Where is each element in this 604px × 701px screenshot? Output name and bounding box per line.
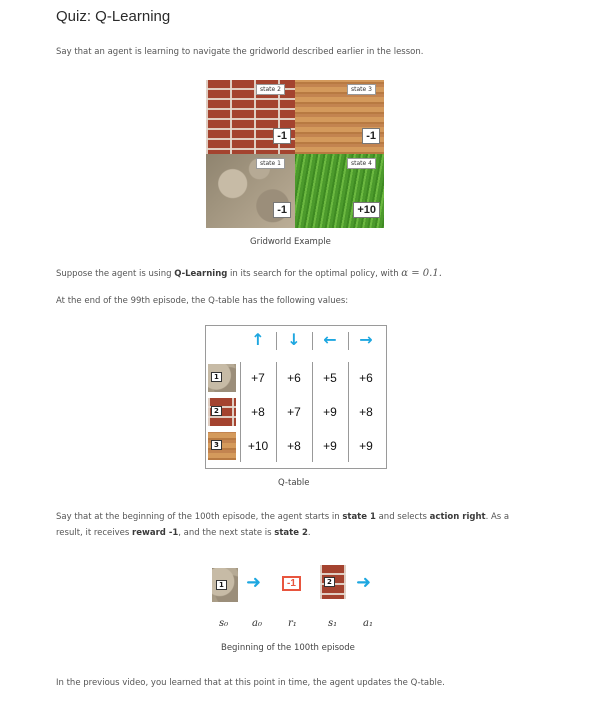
qtable: ↑ ↓ ← → 1 +7 +6 +5 +6 2 +8 +7 +9 +8 3 +1… (205, 325, 387, 469)
bold-span: reward -1 (132, 528, 179, 538)
divider (348, 362, 349, 462)
reward-label: -1 (362, 128, 380, 144)
state-label: state 3 (347, 84, 376, 95)
text-span: Suppose the agent is using (56, 269, 175, 279)
page-title: Quiz: Q-Learning (56, 8, 171, 25)
bold-span: Q-Learning (174, 269, 228, 279)
arrow-left-icon: ← (323, 330, 337, 349)
gridworld-figure: state 2 -1 state 3 -1 state 1 -1 state 4… (206, 80, 384, 228)
q-value: +8 (287, 439, 301, 453)
state-tag: 2 (324, 577, 335, 587)
update-text: In the previous video, you learned that … (56, 678, 445, 688)
divider (312, 332, 313, 350)
divider (240, 362, 241, 462)
arrow-right-icon: ➜ (356, 572, 372, 593)
arrow-down-icon: ↓ (287, 330, 301, 349)
episode-caption: Beginning of the 100th episode (221, 643, 355, 653)
bold-span: state 1 (342, 512, 376, 522)
divider (276, 332, 277, 350)
state-1-image: 1 (208, 364, 236, 392)
text-span: , and the next state is (178, 528, 275, 538)
gridworld-cell-state-3: state 3 -1 (295, 80, 384, 154)
q-value: +6 (287, 371, 301, 385)
state-tag: 3 (211, 440, 222, 450)
text-span: and selects (375, 512, 430, 522)
symbol-s0: s₀ (219, 618, 229, 629)
gridworld-cell-state-1: state 1 -1 (206, 154, 295, 228)
q-value: +6 (359, 371, 373, 385)
text-span: . As a (485, 512, 510, 522)
reward-label: -1 (273, 202, 291, 218)
q-value: +10 (247, 439, 269, 453)
text-span: in its search for the optimal policy, wi… (227, 269, 402, 279)
gridworld-cell-state-4: state 4 +10 (295, 154, 384, 228)
q-value: +9 (323, 439, 337, 453)
episode-text-line-2: result, it receives reward -1, and the n… (56, 528, 311, 538)
reward-label: +10 (353, 202, 380, 218)
divider (312, 362, 313, 462)
symbol-s1: s₁ (328, 618, 338, 629)
bold-span: state 2 (274, 528, 308, 538)
q-value: +9 (359, 439, 373, 453)
state-tag: 2 (211, 406, 222, 416)
symbol-a1: a₁ (363, 618, 373, 629)
state-2-image: 2 (208, 398, 236, 426)
qtable-intro-text: At the end of the 99th episode, the Q-ta… (56, 296, 349, 306)
text-span: . (307, 528, 311, 538)
gridworld-caption: Gridworld Example (250, 237, 331, 247)
q-value: +8 (251, 405, 265, 419)
gridworld-cell-state-2: state 2 -1 (206, 80, 295, 154)
arrow-right-icon: ➜ (246, 572, 262, 593)
reward-label: -1 (273, 128, 291, 144)
state-label: state 4 (347, 158, 376, 169)
state-3-image: 3 (208, 432, 236, 460)
text-span: Say that at the beginning of the 100th e… (56, 512, 343, 522)
q-value: +5 (323, 371, 337, 385)
arrow-right-icon: → (359, 330, 373, 349)
q-value: +9 (323, 405, 337, 419)
state-tag: 1 (216, 580, 227, 590)
q-value: +8 (359, 405, 373, 419)
qtable-caption: Q-table (278, 478, 310, 488)
state-2-image: 2 (320, 565, 346, 599)
text-span: result, it receives (56, 528, 133, 538)
q-value: +7 (287, 405, 301, 419)
state-label: state 2 (256, 84, 285, 95)
alpha-math: α = 0.1. (401, 268, 442, 279)
intro-text: Say that an agent is learning to navigat… (56, 47, 424, 57)
state-tag: 1 (211, 372, 222, 382)
divider (276, 362, 277, 462)
state-label: state 1 (256, 158, 285, 169)
divider (348, 332, 349, 350)
reward-box: -1 (282, 576, 301, 591)
episode-text-line-1: Say that at the beginning of the 100th e… (56, 512, 509, 522)
symbol-a0: a₀ (252, 618, 262, 629)
arrow-up-icon: ↑ (251, 330, 265, 349)
bold-span: action right (429, 512, 486, 522)
policy-text: Suppose the agent is using Q-Learning in… (56, 268, 442, 279)
q-value: +7 (251, 371, 265, 385)
symbol-r1: r₁ (288, 618, 297, 629)
state-1-image: 1 (212, 568, 238, 602)
